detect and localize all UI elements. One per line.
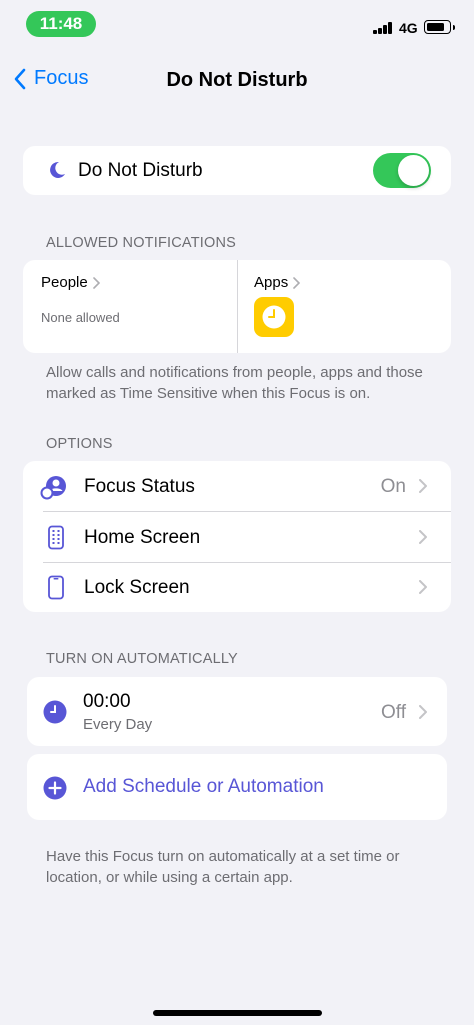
allowed-footnote: Allow calls and notifications from peopl… xyxy=(46,364,423,402)
home-indicator[interactable] xyxy=(153,1010,322,1016)
people-label: People xyxy=(41,274,88,291)
allowed-notifications-header: ALLOWED NOTIFICATIONS xyxy=(46,235,237,251)
apps-label: Apps xyxy=(254,274,289,291)
option-lock-screen[interactable]: Lock Screen xyxy=(23,563,451,612)
add-schedule-label: Add Schedule or Automation xyxy=(83,776,324,797)
schedule-repeat: Every Day xyxy=(83,716,153,733)
chevron-right-icon xyxy=(419,530,427,544)
network-type: 4G xyxy=(399,20,418,36)
plus-circle-icon xyxy=(43,776,67,800)
chevron-right-icon xyxy=(293,276,301,289)
option-home-screen[interactable]: Home Screen xyxy=(23,512,451,562)
people-cell[interactable]: People None allowed xyxy=(23,260,237,353)
chevron-right-icon xyxy=(419,479,427,493)
add-schedule-button[interactable]: Add Schedule or Automation xyxy=(27,754,447,820)
status-bar: 11:48 4G xyxy=(0,0,474,48)
turn-on-automatically-header: TURN ON AUTOMATICALLY xyxy=(46,651,238,667)
chevron-right-icon xyxy=(419,580,427,594)
option-label: Home Screen xyxy=(84,527,201,548)
option-value: On xyxy=(380,476,406,497)
cellular-signal-icon xyxy=(373,22,393,34)
lock-screen-icon xyxy=(48,575,64,600)
schedule-time: 00:00 xyxy=(83,691,131,712)
focus-status-icon xyxy=(40,476,66,500)
clock-icon xyxy=(43,700,67,724)
option-label: Focus Status xyxy=(84,476,195,497)
moon-icon xyxy=(50,161,65,178)
schedule-state: Off xyxy=(381,702,406,723)
dnd-label: Do Not Disturb xyxy=(78,160,203,181)
options-header: OPTIONS xyxy=(46,436,113,452)
status-time: 11:48 xyxy=(26,11,96,37)
home-screen-icon xyxy=(48,525,64,550)
option-label: Lock Screen xyxy=(84,577,190,598)
chevron-right-icon xyxy=(92,276,100,289)
dnd-toggle[interactable] xyxy=(373,153,431,188)
people-value: None allowed xyxy=(41,310,120,325)
page-title: Do Not Disturb xyxy=(166,69,308,91)
automation-footnote: Have this Focus turn on automatically at… xyxy=(46,848,400,886)
navigation-bar: Focus Do Not Disturb xyxy=(0,56,474,104)
option-focus-status[interactable]: Focus Status On xyxy=(23,461,451,511)
schedule-card[interactable]: 00:00 Every Day Off xyxy=(27,677,447,746)
clock-app-icon xyxy=(254,297,294,337)
dnd-card: Do Not Disturb xyxy=(23,146,451,195)
battery-icon xyxy=(424,20,455,34)
options-card: Focus Status On Home Screen Lock Screen xyxy=(23,461,451,612)
allowed-notifications-card: People None allowed Apps xyxy=(23,260,451,353)
apps-cell[interactable]: Apps xyxy=(238,260,451,353)
chevron-right-icon xyxy=(419,705,427,719)
